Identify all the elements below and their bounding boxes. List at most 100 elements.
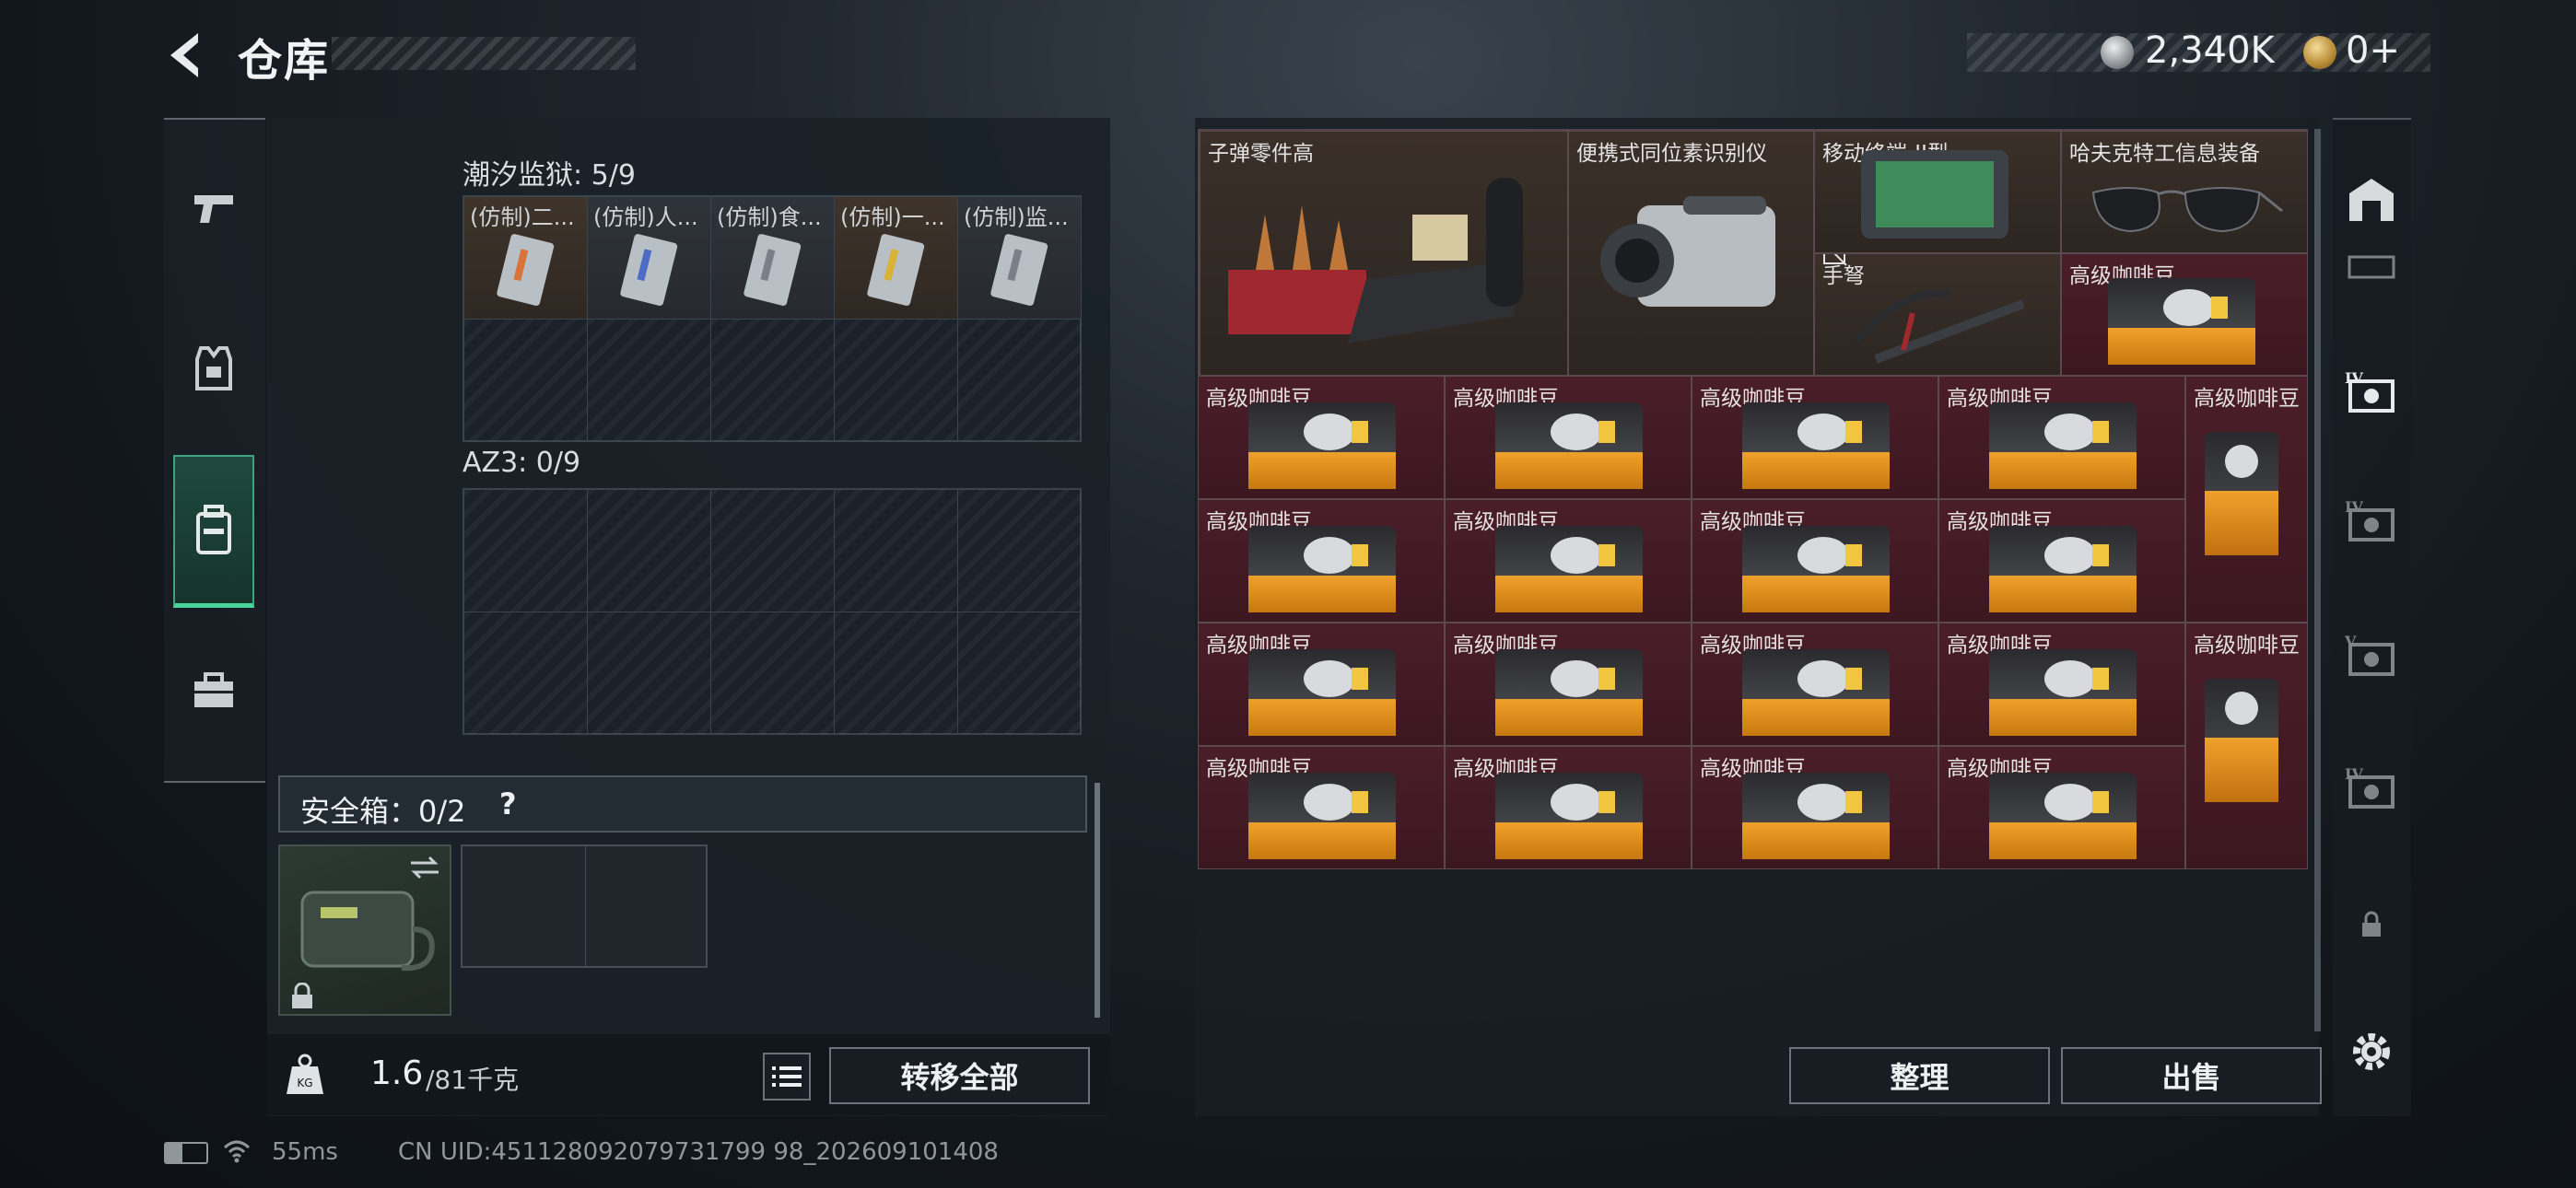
stash-item[interactable]: 便携式同位素识别仪: [1568, 131, 1814, 376]
stash-item[interactable]: 高级咖啡豆: [1198, 623, 1445, 746]
swap-icon[interactable]: [407, 854, 442, 881]
settings-button[interactable]: [2338, 1019, 2405, 1085]
stash-tab-iv-3[interactable]: IV: [2338, 755, 2405, 821]
svg-text:IV: IV: [2345, 369, 2363, 387]
safe-box-label: 安全箱：0/2: [300, 794, 466, 829]
weight-current: 1.6: [370, 1054, 424, 1092]
coffee-bag-icon: [1248, 649, 1396, 741]
storage-box-icon: [2348, 255, 2395, 279]
coffee-bag-icon: [1248, 402, 1396, 495]
wifi-icon: [223, 1140, 251, 1163]
stash-item[interactable]: 高级咖啡豆: [1198, 376, 1445, 499]
ping-text: 55ms: [272, 1138, 338, 1166]
stash-item[interactable]: 高级咖啡豆: [1692, 499, 1938, 623]
svg-text:IV: IV: [2345, 498, 2363, 516]
currency-gold-amount[interactable]: 0+: [2346, 29, 2400, 72]
stash-item[interactable]: 高级咖啡豆: [1445, 746, 1692, 869]
keycard-item[interactable]: (仿制)一...: [835, 197, 958, 320]
lock-icon: [292, 983, 312, 1008]
stash-item[interactable]: 高级咖啡豆: [1692, 376, 1938, 499]
safe-v-icon: V: [2344, 633, 2395, 676]
coffee-bag-icon: [1742, 402, 1890, 495]
container-label-tide-prison: 潮汐监狱: 5/9: [463, 159, 636, 192]
container-grid-az3: [463, 488, 1082, 735]
coffee-bag-icon: [1989, 773, 2137, 865]
toolbox-icon: [194, 672, 233, 707]
transfer-all-button[interactable]: 转移全部: [829, 1047, 1090, 1104]
page-title: 仓库: [238, 35, 331, 87]
safe-box-header: 安全箱：0/2 ?: [278, 775, 1087, 833]
keycard-item[interactable]: (仿制)监...: [958, 197, 1082, 320]
list-view-button[interactable]: [763, 1053, 811, 1101]
stash-item[interactable]: 高级咖啡豆: [1445, 499, 1692, 623]
stash-tab-home[interactable]: [2338, 166, 2405, 232]
stash-item[interactable]: 高级咖啡豆: [1938, 376, 2185, 499]
coffee-bag-icon: [2205, 679, 2278, 808]
stash-item[interactable]: 高级咖啡豆: [1198, 746, 1445, 869]
stash-item[interactable]: 高级咖啡豆: [1938, 746, 2185, 869]
stash-item[interactable]: 哈夫克特工信息装备: [2061, 131, 2308, 253]
sell-button[interactable]: 出售: [2061, 1047, 2322, 1104]
silver-coin-icon: [2101, 36, 2134, 69]
container-grid-tide-prison: (仿制)二... (仿制)人... (仿制)食... (仿制)一... (仿制)…: [463, 195, 1082, 442]
coffee-bag-icon: [1989, 402, 2137, 495]
coffee-bag-icon: [1742, 773, 1890, 865]
warehouse-icon: [2349, 179, 2394, 221]
coffee-bag-icon: [2108, 278, 2255, 370]
currency-silver-amount: 2,340K: [2145, 29, 2275, 72]
coffee-bag-icon: [1495, 402, 1643, 495]
stash-item[interactable]: 高级咖啡豆: [2185, 376, 2308, 623]
stash-item[interactable]: 高级咖啡豆: [1445, 376, 1692, 499]
title-decoration: [332, 37, 636, 70]
stash-item[interactable]: 子弹零件高: [1200, 131, 1568, 376]
safe-box-empty-slots: [461, 844, 708, 968]
stash-tab-v[interactable]: V: [2338, 623, 2405, 689]
nav-toolbox[interactable]: [173, 635, 254, 746]
nav-backpack[interactable]: [173, 455, 254, 608]
stash-tab-locked[interactable]: [2338, 891, 2405, 958]
stash-item[interactable]: 手弩: [1814, 253, 2061, 376]
coffee-bag-icon: [1742, 649, 1890, 741]
stash-item[interactable]: 高级咖啡豆: [1692, 746, 1938, 869]
lock-icon: [2362, 911, 2381, 937]
stash-item[interactable]: 高级咖啡豆: [1445, 623, 1692, 746]
keycard-item[interactable]: (仿制)食...: [711, 197, 835, 320]
keycard-icon: [620, 234, 678, 306]
stash-item[interactable]: 高级咖啡豆: [1198, 499, 1445, 623]
gold-coin-icon: [2303, 36, 2336, 69]
stash-item[interactable]: 高级咖啡豆: [1938, 623, 2185, 746]
keycard-icon: [867, 234, 925, 306]
left-scrollbar[interactable]: [1095, 783, 1100, 1018]
coffee-bag-icon: [1989, 526, 2137, 618]
secure-case-icon: [300, 891, 435, 972]
nav-weapons[interactable]: [173, 153, 254, 263]
back-button[interactable]: [161, 28, 209, 83]
coffee-bag-icon: [1495, 649, 1643, 741]
battery-icon: [164, 1142, 208, 1164]
stash-item[interactable]: 高级咖啡豆: [2061, 253, 2308, 376]
stash-item[interactable]: 高级咖啡豆: [1692, 623, 1938, 746]
keycard-icon: [497, 234, 555, 306]
stash-item[interactable]: 高级咖啡豆: [2185, 623, 2308, 869]
keycard-item[interactable]: (仿制)二...: [464, 197, 588, 320]
coffee-bag-icon: [1495, 526, 1643, 618]
backpack-icon: [196, 504, 231, 554]
right-scrollbar[interactable]: [2314, 129, 2321, 1031]
list-icon: [772, 1066, 802, 1087]
coffee-bag-icon: [1248, 526, 1396, 618]
mobile-terminal-icon: [1861, 150, 2008, 239]
pistol-icon: [194, 195, 233, 223]
keycard-item[interactable]: (仿制)人...: [588, 197, 711, 320]
stash-tab-1[interactable]: [2338, 239, 2405, 295]
coffee-bag-icon: [1989, 649, 2137, 741]
safe-box-item[interactable]: [278, 844, 451, 1016]
gear-icon: [2353, 1033, 2390, 1070]
tidy-button[interactable]: 整理: [1789, 1047, 2050, 1104]
coffee-bag-icon: [2205, 432, 2278, 561]
stash-tab-iv-2[interactable]: IV: [2338, 488, 2405, 554]
stash-item[interactable]: 高级咖啡豆: [1938, 499, 2185, 623]
nav-armor[interactable]: [173, 313, 254, 424]
help-icon[interactable]: ?: [499, 786, 517, 821]
stash-tab-iv-1[interactable]: IV: [2338, 359, 2405, 425]
stash-item[interactable]: 移动终端-II型: [1814, 131, 2061, 253]
